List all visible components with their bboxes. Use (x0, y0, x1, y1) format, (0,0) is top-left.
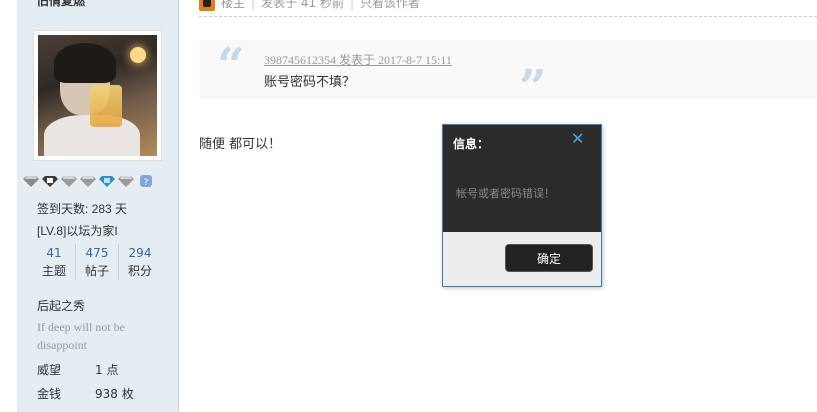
diamond-medal-icon[interactable] (118, 175, 134, 187)
post-header: 楼主 | 发表于 41 秒前 | 只看该作者 (199, 0, 420, 11)
separator: | (349, 0, 355, 10)
header-divider (199, 16, 817, 17)
question-medal-icon[interactable]: ? (137, 175, 153, 187)
reply-text: 随便 都可以！ (199, 137, 282, 152)
count-label: 积分 (127, 264, 152, 278)
owner-label: 楼主 (221, 0, 246, 10)
prestige-value: 1 点 (95, 363, 119, 377)
info-dialog: 信息： ✕ 帐号或者密码错误！ 确定 (442, 124, 602, 287)
count-posts[interactable]: 475 帖子 (75, 244, 118, 280)
count-number[interactable]: 475 (76, 244, 118, 262)
quote-meta[interactable]: 398745612354 发表于 2017-8-7 15:11 (264, 51, 452, 68)
blue-medal-icon[interactable] (99, 175, 115, 187)
forum-page: 旧情复燃 ? 签到天数: 283 天 [LV.8]以坛为家I 41 主题 475… (0, 0, 817, 412)
count-points[interactable]: 294 积分 (118, 244, 161, 280)
dialog-title: 信息： (453, 137, 490, 151)
count-threads[interactable]: 41 主题 (33, 244, 75, 280)
money-row: 金钱 938 枚 (37, 385, 134, 402)
count-label: 帖子 (84, 264, 109, 278)
user-title: 后起之秀 (37, 299, 86, 313)
diamond-medal-icon[interactable] (61, 175, 77, 187)
close-quote-icon: ” (519, 60, 547, 116)
count-label: 主题 (41, 264, 66, 278)
money-label: 金钱 (37, 387, 62, 401)
user-sidebar: 旧情复燃 ? 签到天数: 283 天 [LV.8]以坛为家I 41 主题 475… (17, 0, 179, 412)
diamond-medal-icon[interactable] (23, 175, 39, 187)
close-icon[interactable]: ✕ (571, 129, 584, 148)
only-author-link[interactable]: 只看该作者 (360, 0, 420, 11)
medal-row: ? (23, 175, 153, 187)
posted-time: 发表于 41 秒前 (261, 0, 344, 10)
count-number[interactable]: 294 (119, 244, 161, 262)
user-signature: If deep will not be disappoint (37, 320, 125, 352)
svg-text:?: ? (144, 178, 149, 187)
money-value: 938 枚 (95, 387, 134, 401)
prestige-row: 威望 1 点 (37, 361, 118, 378)
quote-text: 账号密码不填？ (264, 75, 356, 90)
separator: | (251, 0, 256, 10)
prestige-label: 威望 (37, 363, 62, 377)
quote-block: “ 398745612354 发表于 2017-8-7 15:11 账号密码不填… (199, 38, 817, 116)
dialog-message: 帐号或者密码错误！ (456, 187, 555, 200)
dialog-footer: 确定 (443, 232, 601, 286)
user-counts: 41 主题 475 帖子 294 积分 (33, 244, 161, 280)
count-number[interactable]: 41 (33, 244, 75, 262)
avatar-image (38, 35, 157, 156)
username[interactable]: 旧情复燃 (37, 0, 85, 9)
signin-days: 签到天数: 283 天 (37, 202, 128, 216)
diamond-medal-icon[interactable] (80, 175, 96, 187)
user-level[interactable]: [LV.8]以坛为家I (37, 222, 118, 239)
dark-medal-icon[interactable] (42, 175, 58, 187)
author-badge-icon (199, 0, 215, 11)
ok-button[interactable]: 确定 (505, 244, 593, 272)
open-quote-icon: “ (217, 38, 245, 94)
avatar[interactable] (33, 30, 162, 161)
